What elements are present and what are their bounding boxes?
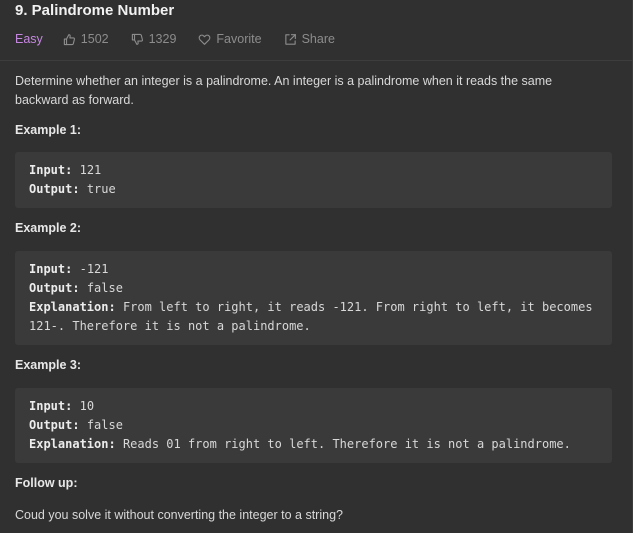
- difficulty-badge: Easy: [15, 32, 43, 46]
- example-3-input-line: Input: 10: [29, 397, 598, 416]
- example-1-heading: Example 1:: [15, 123, 82, 137]
- favorite-label: Favorite: [216, 32, 262, 46]
- problem-description-panel: 9. Palindrome Number Easy 1502 1329 Favo…: [0, 0, 633, 533]
- example-1-input-line: Input: 121: [29, 161, 598, 180]
- thumbs-up-icon: [63, 33, 75, 45]
- output-label: Output:: [29, 281, 80, 295]
- example-2-code-block: Input: -121 Output: false Explanation: F…: [15, 251, 612, 345]
- explanation-label: Explanation:: [29, 437, 116, 451]
- input-value: -121: [79, 262, 109, 276]
- problem-title: 9. Palindrome Number: [15, 2, 175, 19]
- input-label: Input:: [29, 163, 73, 177]
- dislike-count: 1329: [148, 32, 177, 46]
- like-button[interactable]: 1502: [63, 32, 109, 46]
- input-value: 121: [79, 163, 102, 177]
- input-label: Input:: [29, 399, 73, 413]
- favorite-button[interactable]: Favorite: [198, 32, 262, 46]
- problem-meta-bar: Easy 1502 1329 Favorite Share: [15, 31, 357, 47]
- thumbs-down-icon: [131, 33, 143, 45]
- output-value: false: [86, 281, 123, 295]
- example-2-output-line: Output: false: [29, 279, 598, 298]
- example-2-explanation-line: Explanation: From left to right, it read…: [29, 298, 598, 336]
- output-label: Output:: [29, 418, 80, 432]
- share-label: Share: [301, 32, 335, 46]
- heart-icon: [199, 34, 211, 45]
- input-value: 10: [79, 399, 95, 413]
- example-3-explanation-line: Explanation: Reads 01 from right to left…: [29, 435, 598, 454]
- output-label: Output:: [29, 182, 80, 196]
- share-icon: [284, 33, 296, 45]
- example-1-output-line: Output: true: [29, 180, 598, 199]
- header-divider: [0, 60, 632, 61]
- follow-up-text: Coud you solve it without converting the…: [15, 508, 343, 522]
- input-label: Input:: [29, 262, 73, 276]
- example-1-code-block: Input: 121 Output: true: [15, 152, 612, 208]
- problem-description: Determine whether an integer is a palind…: [15, 74, 553, 107]
- output-value: false: [86, 418, 123, 432]
- example-2-heading: Example 2:: [15, 221, 82, 235]
- example-2-input-line: Input: -121: [29, 260, 598, 279]
- share-button[interactable]: Share: [284, 32, 335, 46]
- output-value: true: [86, 182, 116, 196]
- explanation-text: Reads 01 from right to left. Therefore i…: [122, 437, 571, 451]
- example-3-output-line: Output: false: [29, 416, 598, 435]
- like-count: 1502: [80, 32, 109, 46]
- explanation-label: Explanation:: [29, 300, 116, 314]
- follow-up-heading: Follow up:: [15, 476, 78, 490]
- example-3-code-block: Input: 10 Output: false Explanation: Rea…: [15, 388, 612, 463]
- dislike-button[interactable]: 1329: [131, 32, 177, 46]
- example-3-heading: Example 3:: [15, 358, 82, 372]
